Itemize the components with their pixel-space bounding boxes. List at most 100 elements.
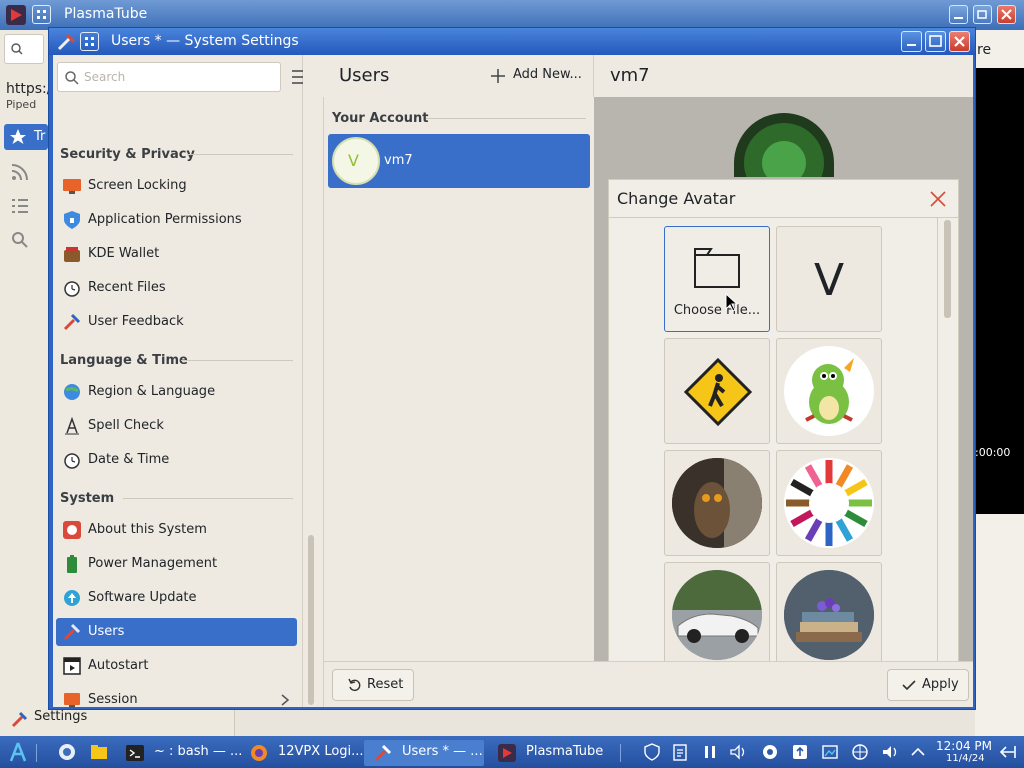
avatar-tile-pencils[interactable]: [776, 450, 882, 556]
add-new-button[interactable]: Add New...: [489, 63, 593, 89]
folder-icon: [694, 248, 740, 288]
dialog-header: Change Avatar: [609, 180, 958, 218]
avatar-tile-car[interactable]: [664, 562, 770, 668]
system-settings-window: Users * — System Settings Search Securit…: [48, 27, 976, 710]
globe-icon: [64, 384, 80, 400]
close-button[interactable]: [949, 31, 970, 52]
sidebar-item-power-management[interactable]: Power Management: [56, 550, 297, 578]
pause-icon[interactable]: [700, 742, 720, 762]
pedestrian-sign-icon: [684, 358, 752, 426]
avatar-tile-books[interactable]: [776, 562, 882, 668]
avatar-tile-pedestrian[interactable]: [664, 338, 770, 444]
apply-button[interactable]: Apply: [887, 669, 969, 701]
close-icon[interactable]: [929, 190, 947, 208]
task-browser[interactable]: 12VPX Logi...: [240, 740, 364, 766]
sidebar-item-screen-locking[interactable]: Screen Locking: [56, 172, 297, 200]
user-list-item[interactable]: V vm7: [328, 134, 590, 188]
sidebar-item-date-time[interactable]: Date & Time: [56, 446, 297, 474]
minimize-button[interactable]: [949, 5, 968, 24]
files-launcher-icon[interactable]: [90, 743, 108, 761]
background-window-titlebar[interactable]: PlasmaTube: [0, 0, 1024, 30]
background-video-player[interactable]: :00:00: [975, 68, 1024, 514]
sidebar-item-users[interactable]: Users: [56, 618, 297, 646]
spell-check-icon: [65, 417, 79, 435]
owl-image: [672, 458, 762, 548]
speaker-icon[interactable]: [880, 742, 900, 762]
your-account-heading: Your Account: [332, 111, 429, 126]
settings-gear-icon[interactable]: [760, 742, 780, 762]
clock-date[interactable]: 11/4/24: [946, 753, 985, 764]
close-button[interactable]: [997, 5, 1016, 24]
sidebar-item-session[interactable]: Session: [56, 686, 297, 714]
chevron-up-icon[interactable]: [908, 742, 928, 762]
network-icon[interactable]: [850, 742, 870, 762]
session-icon: [64, 693, 80, 708]
screenshot-icon[interactable]: [820, 742, 840, 762]
background-header-right: re: [975, 30, 1024, 68]
shield-tray-icon[interactable]: [642, 742, 662, 762]
feedback-tool-icon: [63, 313, 81, 331]
list-icon[interactable]: [10, 196, 30, 216]
volume-icon[interactable]: [728, 742, 748, 762]
maximize-button[interactable]: [925, 31, 946, 52]
undo-icon: [348, 678, 361, 692]
section-security-privacy: Security & Privacy: [60, 147, 195, 162]
clock-time[interactable]: 12:04 PM: [936, 739, 992, 753]
initial-avatar-tile[interactable]: V: [776, 226, 882, 332]
terminal-icon: [126, 745, 144, 761]
user-name: vm7: [384, 153, 413, 168]
sidebar-scrollbar[interactable]: [308, 535, 314, 705]
update-tray-icon[interactable]: [790, 742, 810, 762]
app-launcher-icon[interactable]: [8, 741, 28, 763]
sidebar-item-autostart[interactable]: Autostart: [56, 652, 297, 680]
books-flowers-image: [784, 570, 874, 660]
task-plasmatube[interactable]: PlasmaTube: [488, 740, 608, 766]
window-menu-icon[interactable]: [80, 32, 99, 51]
show-desktop-icon[interactable]: [998, 742, 1018, 762]
sidebar-item-user-feedback[interactable]: User Feedback: [56, 308, 297, 336]
sidebar-item-software-update[interactable]: Software Update: [56, 584, 297, 612]
initial-letter: V: [813, 255, 845, 306]
sidebar-item-kde-wallet[interactable]: KDE Wallet: [56, 240, 297, 268]
background-search-field[interactable]: [4, 34, 44, 64]
sidebar-search-input[interactable]: Search: [57, 62, 281, 92]
users-tool-icon: [63, 623, 81, 641]
search-placeholder: Search: [84, 70, 126, 84]
settings-sidebar: Search Security & Privacy Screen Locking…: [53, 55, 314, 708]
reset-button[interactable]: Reset: [332, 669, 414, 701]
maximize-button[interactable]: [973, 5, 992, 24]
task-bash[interactable]: ~ : bash — ...: [116, 740, 242, 766]
wallet-icon: [64, 247, 80, 262]
sidebar-item-about-this-system[interactable]: About this System: [56, 516, 297, 544]
background-nav-trending[interactable]: Tr: [4, 124, 48, 150]
settings-footer: Reset Apply: [323, 661, 973, 707]
dialog-scrollbar[interactable]: [944, 220, 951, 318]
rss-icon[interactable]: [10, 162, 30, 182]
settings-titlebar[interactable]: Users * — System Settings: [49, 28, 975, 55]
window-menu-icon[interactable]: [32, 5, 51, 24]
sidebar-item-application-permissions[interactable]: Application Permissions: [56, 206, 297, 234]
screen-lock-icon: [63, 179, 81, 194]
sidebar-item-spell-check[interactable]: Spell Check: [56, 412, 297, 440]
settings-tool-icon: [11, 711, 28, 728]
plus-icon: [491, 69, 505, 83]
task-system-settings[interactable]: Users * — ...: [364, 740, 484, 766]
search-icon[interactable]: [10, 230, 30, 250]
sidebar-item-region-language[interactable]: Region & Language: [56, 378, 297, 406]
shield-icon: [64, 211, 80, 229]
clock-icon: [64, 453, 80, 469]
autostart-icon: [63, 657, 81, 675]
clipboard-icon[interactable]: [670, 742, 690, 762]
section-language-time: Language & Time: [60, 353, 188, 368]
avatar-tile-owl[interactable]: [664, 450, 770, 556]
avatar-tile-konqi[interactable]: [776, 338, 882, 444]
sidebar-item-recent-files[interactable]: Recent Files: [56, 274, 297, 302]
current-avatar[interactable]: [734, 113, 834, 177]
minimize-button[interactable]: [901, 31, 922, 52]
user-detail-header: vm7: [593, 55, 973, 97]
chevron-right-icon: [281, 694, 290, 706]
browser-launcher-icon[interactable]: [58, 743, 76, 761]
choose-file-tile[interactable]: Choose File...: [664, 226, 770, 332]
check-icon: [902, 680, 916, 691]
avatar-grid: Choose File... V: [609, 218, 958, 688]
